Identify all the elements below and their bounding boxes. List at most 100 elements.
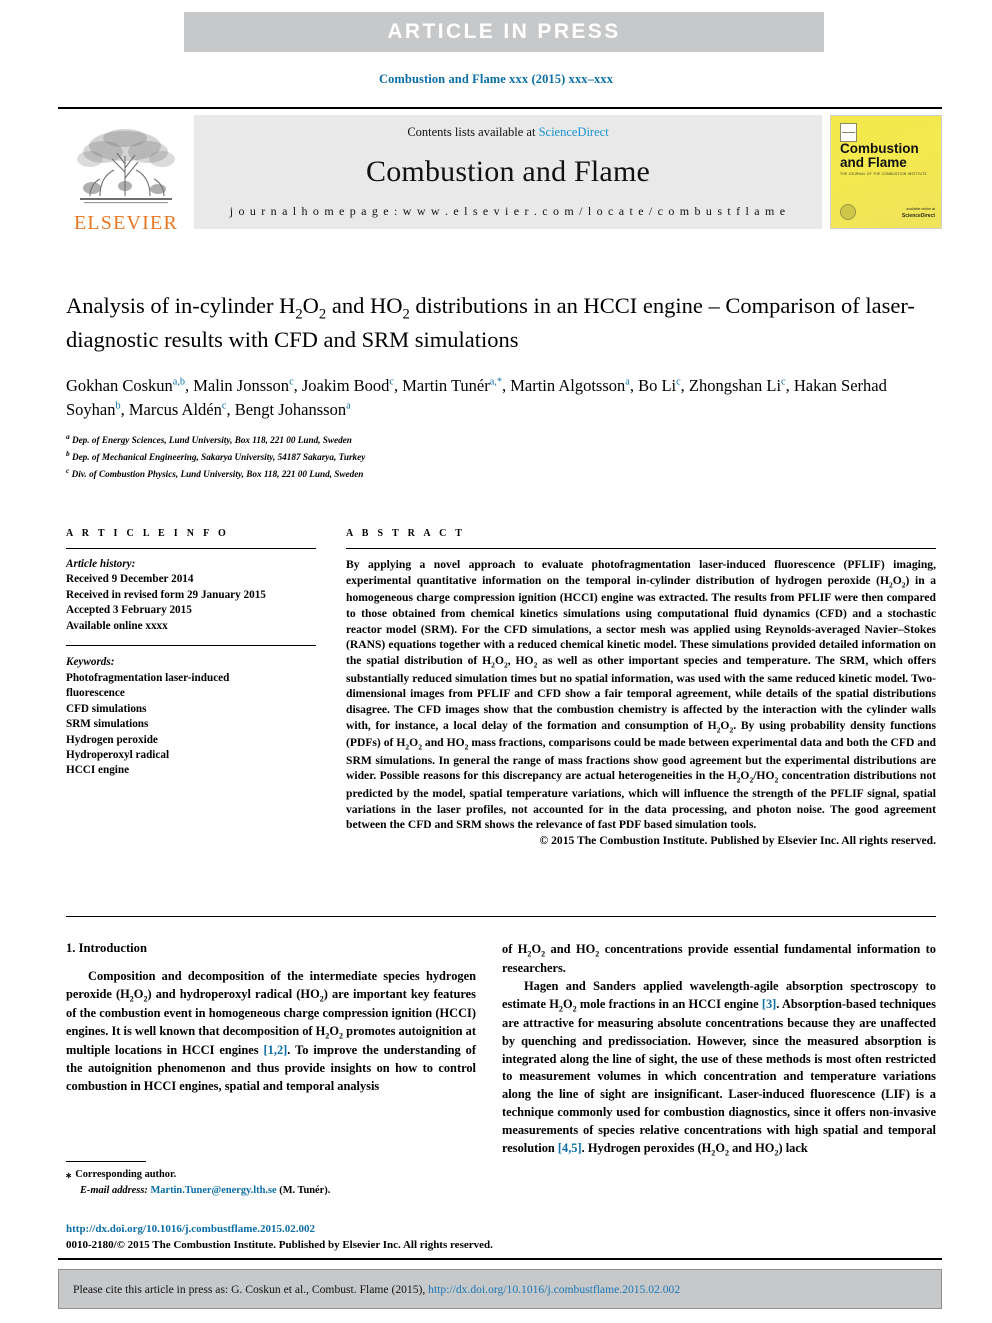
affiliation-item: a Dep. of Energy Sciences, Lund Universi…: [66, 432, 352, 446]
body-column-right: of H2O2 and HO2 concentrations provide e…: [502, 941, 936, 1159]
email-owner: (M. Tunér).: [279, 1184, 331, 1196]
author-name: Zhongshan Li: [688, 375, 782, 395]
article-in-press-label: ARTICLE IN PRESS: [387, 20, 621, 43]
body-column-left: 1. Introduction Composition and decompos…: [66, 941, 476, 1095]
article-in-press-banner: ARTICLE IN PRESS: [184, 12, 824, 52]
article-history-item: Available online xxxx: [66, 619, 168, 632]
issn-copyright-line: 0010-2180/© 2015 The Combustion Institut…: [66, 1238, 493, 1251]
elsevier-logo: ELSEVIER: [58, 109, 194, 235]
journal-band: Contents lists available at ScienceDirec…: [194, 115, 822, 229]
email-note: E-mail address: Martin.Tuner@energy.lth.…: [66, 1183, 486, 1199]
abstract-rule: [346, 548, 936, 549]
contents-available-line: Contents lists available at ScienceDirec…: [407, 125, 608, 140]
corresponding-author-text: Corresponding author.: [75, 1169, 177, 1180]
author-affiliation-mark: b: [115, 400, 121, 412]
author-name: Joakim Bood: [301, 375, 390, 395]
affiliation-item: b Dep. of Mechanical Engineering, Sakary…: [66, 449, 366, 463]
article-info-column: A R T I C L E I N F O Article history: R…: [66, 528, 316, 779]
email-label: E-mail address:: [80, 1184, 148, 1196]
elsevier-wordmark: ELSEVIER: [73, 212, 179, 234]
citation-prefix: Please cite this article in press as: G.…: [73, 1282, 429, 1296]
citation-doi-link[interactable]: http://dx.doi.org/10.1016/j.combustflame…: [428, 1283, 680, 1296]
title-block: Analysis of in-cylinder H2O2 and HO2 dis…: [66, 291, 936, 482]
article-history-list: Received 9 December 2014 Received in revi…: [66, 572, 316, 634]
author-affiliation-mark: a,*: [489, 376, 502, 388]
title-seg-2: O: [302, 293, 319, 318]
journal-homepage[interactable]: j o u r n a l h o m e p a g e : w w w . …: [230, 204, 787, 219]
affiliation-item: c Div. of Combustion Physics, Lund Unive…: [66, 466, 364, 480]
sciencedirect-link[interactable]: ScienceDirect: [539, 125, 609, 139]
journal-title: Combustion and Flame: [366, 155, 650, 188]
article-history-item: Received 9 December 2014: [66, 573, 194, 586]
doi-link[interactable]: http://dx.doi.org/10.1016/j.combustflame…: [66, 1222, 666, 1238]
intro-paragraph-right-1: of H2O2 and HO2 concentrations provide e…: [502, 942, 936, 976]
author-affiliation-mark: c: [221, 400, 227, 412]
article-first-page: ARTICLE IN PRESS Combustion and Flame xx…: [0, 0, 992, 1323]
journal-masthead: ELSEVIER Contents lists available at Sci…: [58, 107, 942, 235]
intro-right-text-b: . Absorption-based techniques are attrac…: [502, 996, 936, 1155]
title-seg-3: and HO: [326, 293, 403, 318]
title-sub-3: 2: [402, 306, 410, 323]
author-affiliation-mark: c: [781, 376, 786, 388]
intro-paragraph-left: Composition and decomposition of the int…: [66, 968, 476, 1095]
article-history-label: Article history:: [66, 558, 136, 570]
author-name: Martin Algotsson: [510, 375, 626, 395]
footnote-rule: [66, 1161, 146, 1162]
abstract-column: A B S T R A C T By applying a novel appr…: [346, 528, 936, 847]
keyword-item: Hydrogen peroxide: [66, 733, 158, 746]
article-title: Analysis of in-cylinder H2O2 and HO2 dis…: [66, 291, 936, 354]
keyword-item: Hydroperoxyl radical: [66, 748, 170, 761]
email-address-link[interactable]: Martin.Tuner@energy.lth.se: [150, 1185, 276, 1196]
citation-ref-1-2[interactable]: [1,2]: [264, 1043, 288, 1057]
article-history-item: Accepted 3 February 2015: [66, 604, 192, 617]
intro-paragraph-right-2: Hagen and Sanders applied wavelength-agi…: [502, 978, 936, 1159]
author-affiliation-mark: a: [625, 376, 630, 388]
bottom-rule: [58, 1258, 942, 1260]
keyword-item: CFD simulations: [66, 702, 147, 715]
citation-ref-3[interactable]: [3]: [762, 997, 776, 1011]
abstract-heading: A B S T R A C T: [346, 528, 466, 539]
author-affiliation-mark: c: [676, 376, 681, 388]
cover-title-line2: and Flame: [840, 154, 907, 170]
journal-cover-thumbnail: Combustion and Flame THE JOURNAL OF THE …: [830, 115, 942, 229]
author-affiliation-mark: a,b: [172, 376, 185, 388]
elsevier-tree-icon: [77, 129, 175, 204]
doi-block: http://dx.doi.org/10.1016/j.combustflame…: [66, 1222, 666, 1254]
author-name: Bo Li: [638, 375, 677, 395]
affiliation-mark: c: [66, 466, 70, 476]
cover-publisher: available online at ScienceDirect: [902, 207, 935, 220]
citation-box: Please cite this article in press as: G.…: [58, 1269, 942, 1309]
body-separator-rule: [66, 916, 936, 917]
article-history-item: Received in revised form 29 January 2015: [66, 588, 266, 601]
corresponding-author-note: ⁎ Corresponding author.: [66, 1167, 486, 1183]
author-name: Martin Tunér: [402, 375, 490, 395]
keyword-item: fluorescence: [66, 687, 125, 700]
cover-seal-icon: [840, 204, 856, 220]
cover-title: Combustion and Flame: [840, 142, 935, 170]
section-heading-introduction: 1. Introduction: [66, 941, 147, 955]
affiliation-mark: a: [66, 432, 70, 442]
author-affiliation-mark: c: [289, 376, 294, 388]
footnote-block: ⁎ Corresponding author. E-mail address: M…: [66, 1167, 486, 1198]
corresponding-author-marker: ⁎: [66, 1169, 72, 1180]
affiliation-list: a Dep. of Energy Sciences, Lund Universi…: [66, 431, 936, 482]
keywords-rule: [66, 645, 316, 647]
intro-right-text-c: . Hydrogen peroxides (H2O2 and HO2) lack: [581, 1140, 808, 1158]
contents-prefix: Contents lists available at: [407, 125, 539, 139]
cover-publisher-line2: ScienceDirect: [901, 212, 935, 219]
keywords-list: Photofragmentation laser-induced fluoresc…: [66, 671, 316, 779]
keyword-item: Photofragmentation laser-induced: [66, 671, 230, 684]
abstract-copyright: © 2015 The Combustion Institute. Publish…: [539, 834, 936, 848]
author-list: Gokhan Coskuna,b, Malin Jonssonc, Joakim…: [66, 375, 887, 419]
title-seg-1: Analysis of in-cylinder H: [66, 293, 296, 318]
abstract-text: By applying a novel approach to evaluate…: [346, 558, 936, 832]
cover-institute-logo-icon: [840, 123, 857, 142]
author-name: Gokhan Coskun: [66, 375, 173, 395]
author-name: Bengt Johansson: [234, 400, 347, 419]
author-name: Marcus Aldén: [128, 400, 222, 419]
article-info-rule: [66, 548, 316, 549]
cover-title-line1: Combustion: [840, 141, 919, 156]
author-name: Malin Jonsson: [193, 375, 290, 395]
author-affiliation-mark: c: [389, 376, 394, 388]
citation-ref-4-5[interactable]: [4,5]: [558, 1141, 582, 1155]
